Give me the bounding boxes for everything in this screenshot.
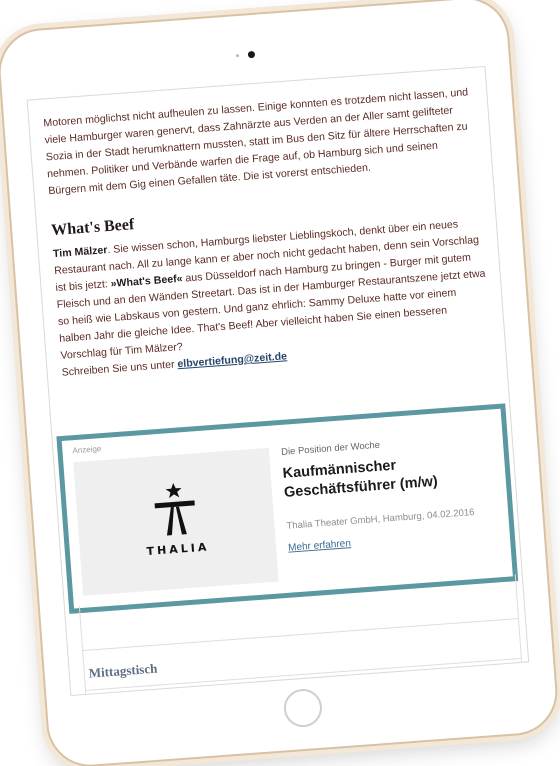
divider	[83, 618, 519, 651]
logo-wordmark: THALIA	[146, 540, 210, 559]
ad-company-date: Thalia Theater GmbH, Hamburg, 04.02.2016	[286, 506, 475, 532]
article-body: Motoren möglichst nicht aufheulen zu las…	[28, 67, 505, 383]
camera-icon	[247, 50, 256, 59]
beef-paragraph: Tim Mälzer. Sie wissen schon, Hamburgs l…	[52, 215, 491, 382]
email-link[interactable]: elbvertiefung@zeit.de	[177, 350, 287, 370]
thalia-logo[interactable]: THALIA	[73, 447, 279, 596]
sensor-dot	[235, 53, 240, 58]
ad-label: Anzeige	[72, 444, 102, 456]
ad-kicker: Die Position der Woche	[280, 439, 381, 458]
tablet-device: Motoren möglichst nicht aufheulen zu las…	[0, 0, 560, 766]
stage: Motoren möglichst nicht aufheulen zu las…	[0, 0, 560, 766]
thalia-star-figure-icon	[154, 482, 195, 536]
ad-job-title[interactable]: Kaufmännischer Geschäftsführer (m/w)	[282, 449, 506, 503]
home-button[interactable]	[282, 687, 324, 729]
restaurant-highlight: »What's Beef«	[110, 272, 183, 290]
cta-text: Schreiben Sie uns unter	[61, 358, 178, 379]
tablet-screen: Motoren möglichst nicht aufheulen zu las…	[26, 65, 530, 697]
more-info-link[interactable]: Mehr erfahren	[288, 538, 351, 554]
name-highlight: Tim Mälzer	[52, 244, 108, 261]
intro-paragraph: Motoren möglichst nicht aufheulen zu las…	[42, 86, 469, 198]
next-section-title: Mittagstisch	[88, 660, 158, 681]
